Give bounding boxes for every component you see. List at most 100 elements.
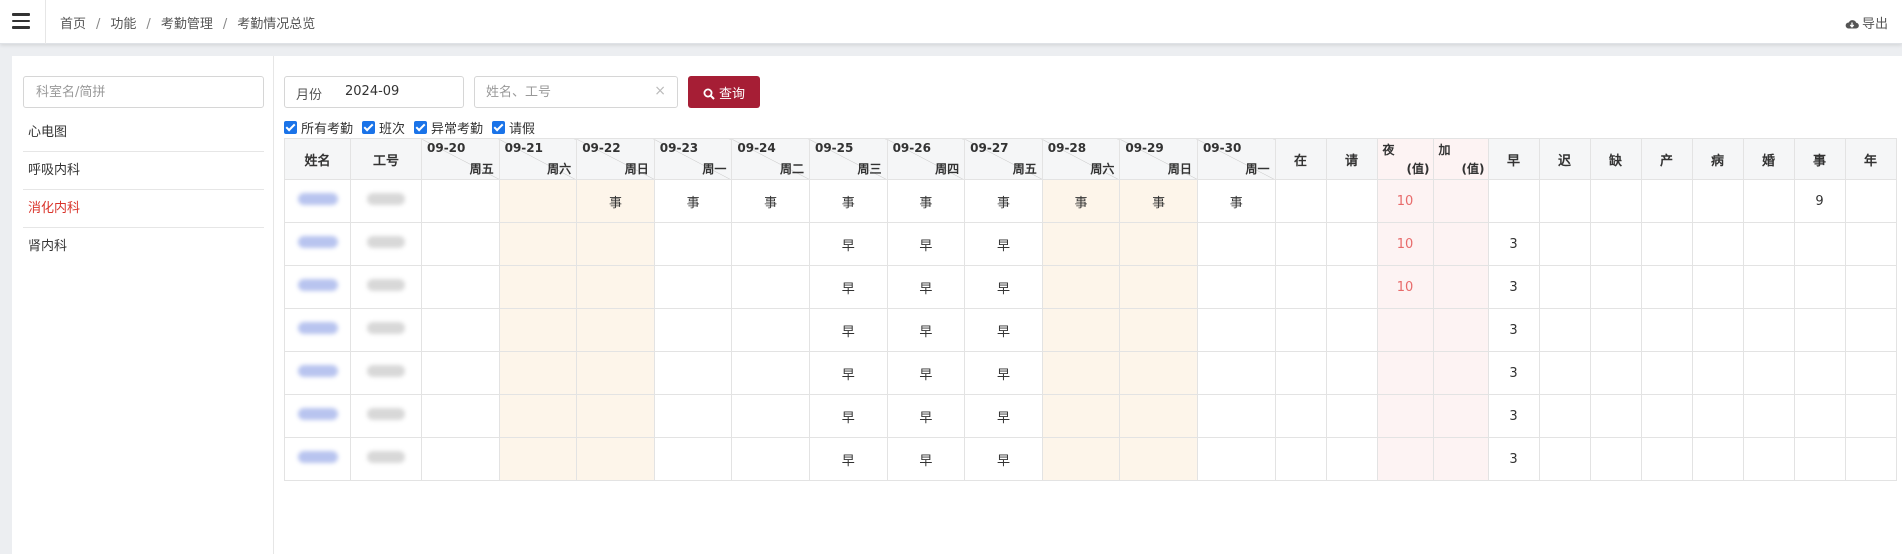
- cell-date-status[interactable]: [731, 437, 810, 481]
- cell-date-status[interactable]: [1119, 351, 1198, 395]
- cell-date-status[interactable]: [421, 351, 500, 395]
- cell-date-status[interactable]: 早: [964, 308, 1043, 352]
- cell-date-status[interactable]: 早: [808, 265, 888, 309]
- department-item[interactable]: 消化内科: [23, 190, 264, 228]
- cell-date-status[interactable]: [1119, 222, 1198, 266]
- clear-icon[interactable]: ×: [654, 83, 666, 99]
- cell-date-status[interactable]: [576, 351, 655, 395]
- cell-date-status[interactable]: [1196, 394, 1276, 438]
- cell-date-status[interactable]: 事: [886, 179, 966, 223]
- cell-date-status[interactable]: [576, 437, 655, 481]
- cell-date-status[interactable]: [498, 351, 578, 395]
- cell-date-status[interactable]: [731, 222, 810, 266]
- breadcrumb-function[interactable]: 功能: [110, 17, 136, 32]
- export-button[interactable]: 导出: [1845, 13, 1888, 32]
- cell-date-status[interactable]: [421, 308, 500, 352]
- filter-checkbox[interactable]: 班次: [362, 118, 405, 137]
- cell-date-status[interactable]: [421, 222, 500, 266]
- cell-date-status[interactable]: 早: [886, 222, 966, 266]
- cell-date-status[interactable]: 早: [886, 351, 966, 395]
- checkbox-checked-icon[interactable]: [362, 121, 376, 134]
- cell-date-status[interactable]: [1041, 308, 1121, 352]
- cell-date-status[interactable]: [653, 222, 733, 266]
- cell-date-status[interactable]: [653, 351, 733, 395]
- menu-icon[interactable]: [12, 13, 30, 29]
- cell-date-status[interactable]: [498, 308, 578, 352]
- cell-date-status[interactable]: [1196, 351, 1276, 395]
- cell-date-status[interactable]: 事: [1119, 179, 1198, 223]
- cell-date-status[interactable]: [1041, 222, 1121, 266]
- cell-date-status[interactable]: [1041, 394, 1121, 438]
- department-search-input[interactable]: [23, 76, 264, 108]
- cell-date-status[interactable]: [421, 394, 500, 438]
- cell-date-status[interactable]: 早: [964, 222, 1043, 266]
- cell-date-status[interactable]: [1041, 351, 1121, 395]
- table-row[interactable]: 早早早 10 3: [284, 265, 1897, 309]
- cell-date-status[interactable]: [653, 265, 733, 309]
- cell-date-status[interactable]: [1196, 222, 1276, 266]
- cell-date-status[interactable]: [421, 265, 500, 309]
- cell-date-status[interactable]: [653, 308, 733, 352]
- cell-date-status[interactable]: 事: [653, 179, 733, 223]
- cell-date-status[interactable]: 早: [964, 351, 1043, 395]
- cell-date-status[interactable]: 事: [731, 179, 810, 223]
- table-row[interactable]: 早早早3: [284, 351, 1897, 395]
- table-row[interactable]: 早早早3: [284, 437, 1897, 481]
- cell-date-status[interactable]: 早: [886, 308, 966, 352]
- cell-date-status[interactable]: [1119, 265, 1198, 309]
- cell-date-status[interactable]: [653, 437, 733, 481]
- cell-date-status[interactable]: 早: [808, 394, 888, 438]
- cell-date-status[interactable]: [1196, 265, 1276, 309]
- cell-date-status[interactable]: [576, 265, 655, 309]
- breadcrumb-attendance-management[interactable]: 考勤管理: [161, 17, 213, 32]
- cell-date-status[interactable]: [731, 351, 810, 395]
- cell-date-status[interactable]: 早: [964, 265, 1043, 309]
- month-picker[interactable]: 月份 2024-09: [284, 76, 464, 108]
- cell-date-status[interactable]: [731, 394, 810, 438]
- table-row[interactable]: 早早早3: [284, 394, 1897, 438]
- name-search-input[interactable]: [475, 77, 650, 107]
- cell-date-status[interactable]: [653, 394, 733, 438]
- cell-date-status[interactable]: 早: [964, 394, 1043, 438]
- cell-date-status[interactable]: [1119, 437, 1198, 481]
- cell-date-status[interactable]: 早: [808, 351, 888, 395]
- cell-date-status[interactable]: 早: [808, 308, 888, 352]
- cell-date-status[interactable]: 事: [1041, 179, 1121, 223]
- cell-date-status[interactable]: [1041, 265, 1121, 309]
- cell-date-status[interactable]: [1196, 308, 1276, 352]
- department-item[interactable]: 心电图: [23, 114, 264, 152]
- filter-checkbox[interactable]: 异常考勤: [414, 118, 483, 137]
- table-row[interactable]: 事事事事事事事事事 10 9: [284, 179, 1897, 223]
- department-item[interactable]: 呼吸内科: [23, 152, 264, 190]
- filter-checkbox[interactable]: 请假: [492, 118, 535, 137]
- filter-checkbox[interactable]: 所有考勤: [284, 118, 353, 137]
- cell-date-status[interactable]: 早: [886, 265, 966, 309]
- cell-date-status[interactable]: 事: [808, 179, 888, 223]
- cell-date-status[interactable]: [1119, 308, 1198, 352]
- cell-date-status[interactable]: [731, 308, 810, 352]
- cell-date-status[interactable]: 事: [1196, 179, 1276, 223]
- cell-date-status[interactable]: 早: [964, 437, 1043, 481]
- cell-date-status[interactable]: [498, 222, 578, 266]
- cell-date-status[interactable]: [498, 265, 578, 309]
- cell-date-status[interactable]: 早: [886, 394, 966, 438]
- cell-date-status[interactable]: [1196, 437, 1276, 481]
- cell-date-status[interactable]: [576, 394, 655, 438]
- table-row[interactable]: 早早早3: [284, 308, 1897, 352]
- cell-date-status[interactable]: [498, 437, 578, 481]
- cell-date-status[interactable]: [498, 394, 578, 438]
- table-row[interactable]: 早早早 10 3: [284, 222, 1897, 266]
- cell-date-status[interactable]: [576, 308, 655, 352]
- cell-date-status[interactable]: [421, 437, 500, 481]
- checkbox-checked-icon[interactable]: [284, 121, 297, 134]
- cell-date-status[interactable]: [1119, 394, 1198, 438]
- cell-date-status[interactable]: [1041, 437, 1121, 481]
- cell-date-status[interactable]: [498, 179, 578, 223]
- breadcrumb-home[interactable]: 首页: [60, 17, 86, 32]
- department-item[interactable]: 肾内科: [23, 228, 264, 266]
- cell-date-status[interactable]: [731, 265, 810, 309]
- cell-date-status[interactable]: 早: [808, 222, 888, 266]
- cell-date-status[interactable]: 早: [808, 437, 888, 481]
- cell-date-status[interactable]: [421, 179, 500, 223]
- cell-date-status[interactable]: 早: [886, 437, 966, 481]
